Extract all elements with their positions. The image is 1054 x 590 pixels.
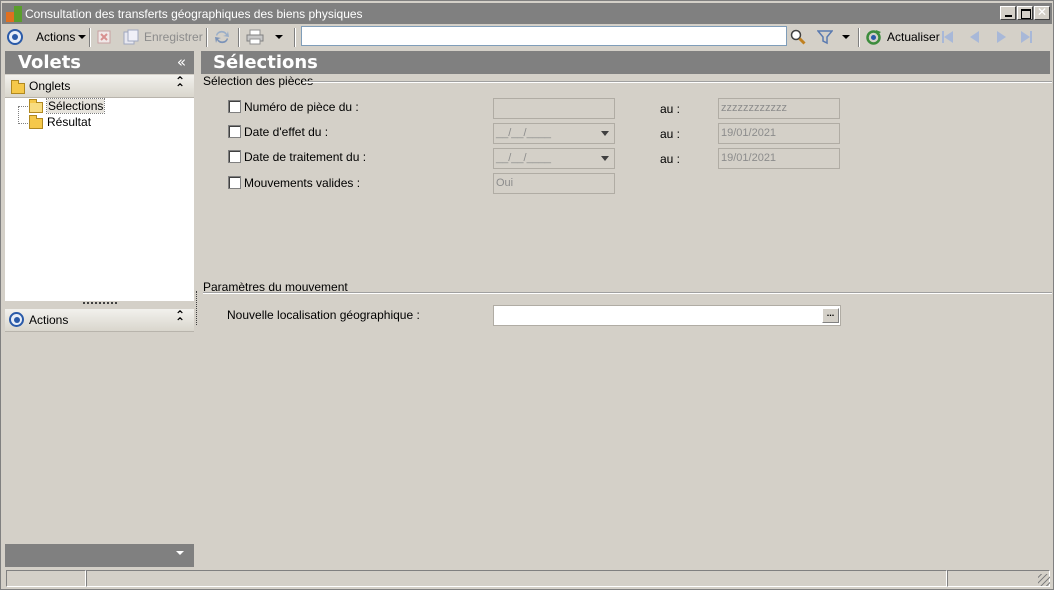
actions-group-label: Actions — [29, 313, 69, 327]
processing-date-to-label: au : — [660, 152, 681, 166]
sync-icon[interactable] — [213, 25, 231, 49]
refresh-label: Actualiser — [887, 30, 940, 44]
status-panel-1 — [6, 570, 86, 587]
piece-number-to-label: au : — [660, 102, 681, 116]
valid-movements-label: Mouvements valides : — [244, 176, 361, 190]
status-bar — [2, 569, 1052, 588]
search-icon[interactable] — [790, 25, 806, 49]
location-field[interactable]: ... — [493, 305, 841, 326]
piece-number-to-field[interactable]: zzzzzzzzzzzz — [718, 98, 840, 119]
pane-header: Volets « — [5, 51, 194, 74]
effect-date-from-field[interactable]: __/__/____ — [493, 123, 615, 144]
onglets-group-label: Onglets — [29, 79, 71, 93]
collapse-pane-icon[interactable]: « — [177, 53, 186, 71]
collapse-group-icon[interactable]: ⌃ ⌃ — [175, 309, 185, 328]
page-title: Sélections — [213, 52, 318, 73]
processing-date-to-field[interactable]: 19/01/2021 — [718, 148, 840, 169]
actions-group-header[interactable]: Actions ⌃ ⌃ — [5, 309, 194, 332]
save-button[interactable]: Enregistrer — [123, 25, 203, 49]
location-label: Nouvelle localisation géographique : — [227, 308, 420, 322]
actions-icon[interactable] — [7, 25, 23, 49]
chevron-down-icon — [78, 35, 87, 39]
refresh-icon — [866, 29, 881, 45]
chevron-down-icon — [275, 35, 283, 39]
piece-number-label: Numéro de pièce du : — [244, 100, 359, 114]
folder-icon — [29, 115, 43, 129]
filter-icon — [817, 30, 833, 45]
save-icon — [123, 29, 139, 45]
effect-date-checkbox[interactable] — [228, 125, 241, 138]
effect-date-to-label: au : — [660, 127, 681, 141]
toolbar: Actions Enregistrer Actualiser — [2, 25, 1052, 49]
app-window: Consultation des transferts géographique… — [0, 0, 1054, 590]
save-label: Enregistrer — [144, 30, 203, 44]
main-header: Sélections — [201, 51, 1050, 74]
previous-record-icon[interactable] — [970, 25, 979, 49]
processing-date-checkbox[interactable] — [228, 150, 241, 163]
effect-date-to-field[interactable]: 19/01/2021 — [718, 123, 840, 144]
next-record-icon[interactable] — [997, 25, 1006, 49]
processing-date-label: Date de traitement du : — [244, 150, 367, 164]
tree-item-selections[interactable]: Sélections — [45, 98, 106, 114]
actions-menu-label: Actions — [36, 30, 76, 44]
collapse-group-icon[interactable]: ⌃ ⌃ — [175, 75, 185, 94]
navigation-pane: Volets « Onglets ⌃ ⌃ Sélections Résultat … — [5, 51, 194, 567]
pane-title: Volets — [18, 52, 82, 73]
tabs-tree: Sélections Résultat — [5, 98, 194, 301]
chevron-down-icon — [176, 551, 184, 555]
valid-movements-checkbox[interactable] — [228, 176, 241, 189]
close-button[interactable]: ✕ — [1034, 6, 1050, 20]
effect-date-label: Date d'effet du : — [244, 125, 329, 139]
effect-date-from-value: __/__/____ — [496, 127, 552, 139]
status-panel-2 — [86, 570, 947, 587]
valid-movements-field[interactable]: Oui — [493, 173, 615, 194]
onglets-group-header[interactable]: Onglets ⌃ ⌃ — [5, 75, 194, 98]
processing-date-from-value: __/__/____ — [496, 152, 552, 164]
first-record-icon[interactable] — [942, 25, 953, 49]
chevron-down-icon[interactable] — [597, 125, 613, 142]
chevron-down-icon — [842, 35, 850, 39]
search-input[interactable] — [302, 27, 786, 45]
print-button[interactable] — [246, 25, 283, 49]
chevron-down-icon[interactable] — [597, 150, 613, 167]
browse-location-button[interactable]: ... — [822, 308, 839, 323]
processing-date-from-field[interactable]: __/__/____ — [493, 148, 615, 169]
selection-section-title: Sélection des pièces — [203, 74, 314, 88]
pane-resize-grip[interactable] — [83, 302, 117, 305]
resize-grip-icon[interactable] — [1038, 574, 1050, 586]
maximize-button[interactable] — [1017, 6, 1033, 20]
title-bar: Consultation des transferts géographique… — [2, 3, 1052, 24]
minimize-button[interactable] — [1000, 6, 1016, 20]
pane-splitter[interactable] — [196, 291, 198, 325]
folder-open-icon — [29, 99, 43, 113]
search-field[interactable] — [301, 26, 787, 46]
status-panel-3 — [947, 570, 1050, 587]
delete-icon[interactable] — [97, 25, 111, 49]
refresh-button[interactable]: Actualiser — [865, 25, 940, 49]
tree-item-resultat[interactable]: Résultat — [47, 115, 91, 129]
folder-icon — [11, 80, 25, 94]
piece-number-from-field[interactable] — [493, 98, 615, 119]
pane-footer[interactable] — [5, 544, 194, 567]
window-title: Consultation des transferts géographique… — [25, 7, 363, 21]
print-icon — [246, 29, 264, 45]
actions-menu-button[interactable]: Actions — [36, 25, 87, 49]
filter-button[interactable] — [817, 25, 850, 49]
app-icon — [6, 6, 22, 22]
piece-number-checkbox[interactable] — [228, 100, 241, 113]
last-record-icon[interactable] — [1021, 25, 1032, 49]
actions-icon — [9, 312, 24, 327]
